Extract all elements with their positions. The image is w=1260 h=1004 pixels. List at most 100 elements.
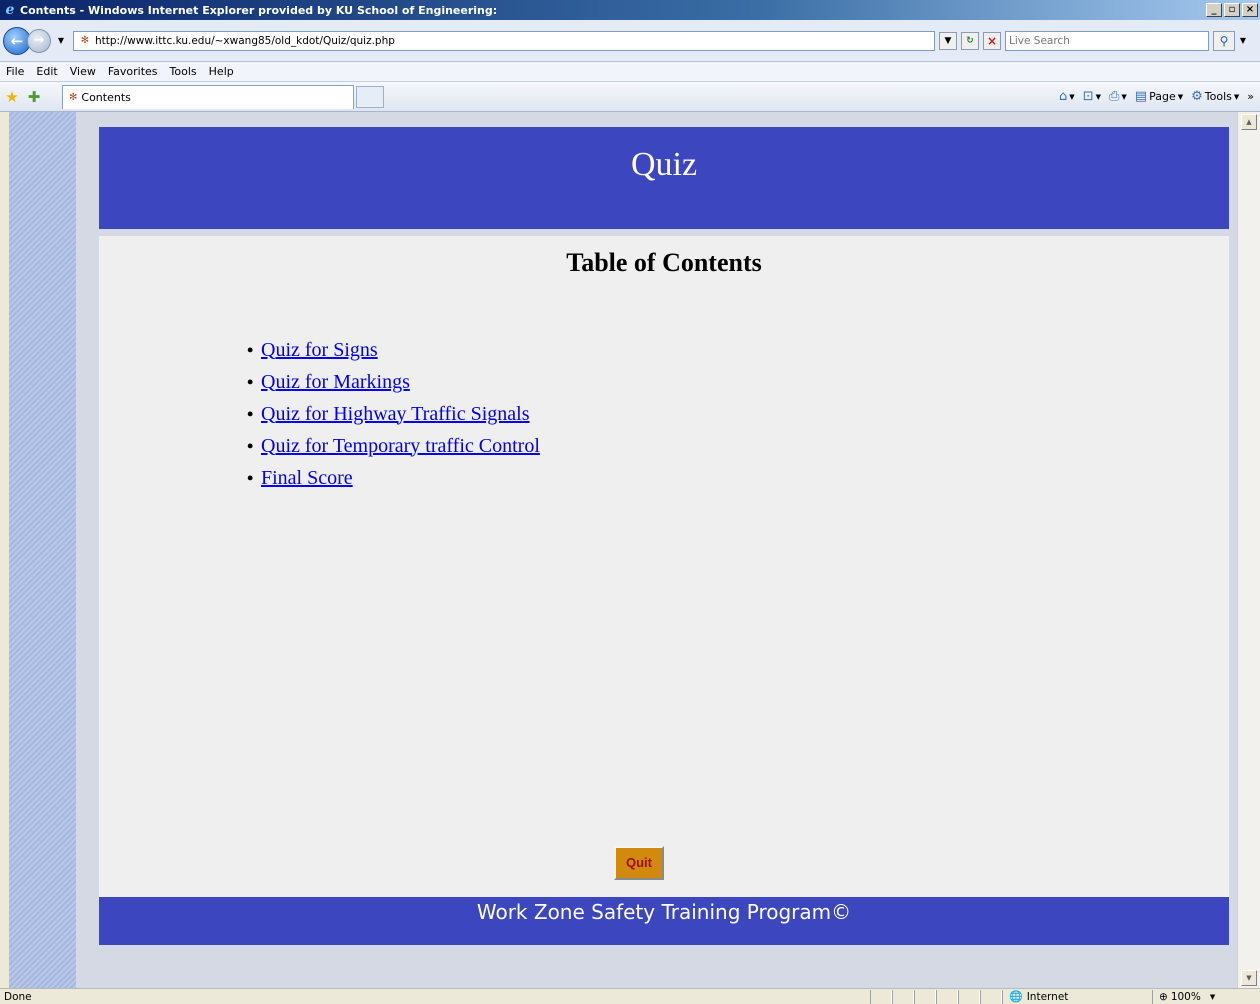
status-pane — [870, 989, 892, 1004]
chevron-down-icon: ▼ — [1177, 92, 1184, 101]
address-toolbar: ← → ▼ ✻ ▼ ↻ × ⚲ ▼ — [0, 20, 1260, 62]
menu-favorites[interactable]: Favorites — [102, 65, 164, 78]
bullet: • — [247, 371, 254, 392]
page-viewport: Quiz Table of Contents • Quiz for Signs … — [9, 112, 1237, 988]
home-button[interactable]: ⌂ ▼ — [1059, 89, 1075, 104]
command-bar: ⌂ ▼ ⊡ ▼ ⎙ ▼ ▤ Page ▼ ⚙ Tools ▼ » — [1059, 89, 1254, 104]
maximize-button[interactable]: ▫ — [1224, 3, 1240, 17]
refresh-icon: ↻ — [966, 35, 974, 46]
chevron-down-icon: ▼ — [1069, 92, 1075, 101]
menu-view[interactable]: View — [64, 65, 102, 78]
arrow-left-icon: ← — [10, 31, 24, 50]
status-pane — [936, 989, 958, 1004]
favorites-center-icon[interactable]: ★ — [2, 88, 22, 106]
stop-button[interactable]: × — [983, 31, 1001, 50]
chevron-double-right-icon: » — [1247, 90, 1254, 103]
address-input[interactable] — [93, 34, 934, 47]
bullet: • — [247, 403, 254, 424]
stop-icon: × — [986, 33, 998, 48]
site-favicon-icon: ✻ — [80, 35, 90, 46]
tools-menu-button[interactable]: ⚙ Tools ▼ — [1191, 89, 1239, 104]
refresh-button[interactable]: ↻ — [961, 31, 979, 50]
address-bar[interactable]: ✻ — [73, 30, 935, 51]
tab-contents[interactable]: ✻ Contents — [62, 84, 354, 109]
scroll-up-button[interactable]: ▲ — [1241, 114, 1257, 130]
zone-label: Internet — [1026, 990, 1069, 1003]
menu-help[interactable]: Help — [203, 65, 240, 78]
close-button[interactable]: × — [1242, 3, 1258, 17]
link-quiz-traffic-signals[interactable]: Quiz for Highway Traffic Signals — [261, 403, 530, 426]
tools-menu-label: Tools — [1204, 90, 1232, 103]
status-pane — [958, 989, 980, 1004]
search-button[interactable]: ⚲ — [1213, 30, 1235, 51]
bullet: • — [247, 467, 254, 488]
status-pane — [914, 989, 936, 1004]
search-options-dropdown[interactable]: ▼ — [1237, 36, 1249, 45]
toc-list: • Quiz for Signs • Quiz for Markings • Q… — [247, 334, 540, 494]
search-icon: ⚲ — [1219, 33, 1229, 48]
link-quiz-signs[interactable]: Quiz for Signs — [261, 339, 378, 362]
tab-label: Contents — [81, 90, 131, 104]
feeds-button[interactable]: ⊡ ▼ — [1083, 89, 1101, 104]
toolbar-overflow-button[interactable]: » — [1247, 90, 1254, 103]
status-bar: Done 🌐 Internet ⊕ 100% ▼ — [0, 988, 1260, 1004]
quit-button[interactable]: Quit — [614, 846, 664, 880]
toc-item: • Quiz for Signs — [247, 334, 540, 366]
vertical-scrollbar[interactable]: ▲ ▼ — [1237, 112, 1260, 988]
rss-icon: ⊡ — [1082, 89, 1094, 104]
page-menu-label: Page — [1149, 90, 1176, 103]
page-header: Quiz — [99, 127, 1229, 229]
security-zone[interactable]: 🌐 Internet — [1002, 989, 1152, 1004]
menu-edit[interactable]: Edit — [30, 65, 63, 78]
chevron-down-icon: ▼ — [1095, 92, 1101, 101]
status-pane — [980, 989, 1002, 1004]
toc-item: • Quiz for Highway Traffic Signals — [247, 398, 540, 430]
window-controls: _ ▫ × — [1206, 3, 1258, 17]
history-dropdown[interactable]: ▼ — [55, 36, 67, 45]
bullet: • — [247, 339, 254, 360]
page-title: Quiz — [630, 146, 698, 183]
toc-heading: Table of Contents — [566, 248, 762, 277]
page-content: Table of Contents • Quiz for Signs • Qui… — [99, 236, 1229, 918]
toc-item: • Quiz for Temporary traffic Control — [247, 430, 540, 462]
home-icon: ⌂ — [1059, 89, 1068, 104]
zoom-control[interactable]: ⊕ 100% ▼ — [1152, 989, 1242, 1004]
search-box[interactable] — [1005, 30, 1209, 51]
chevron-down-icon: ▼ — [1121, 92, 1127, 101]
scroll-down-button[interactable]: ▼ — [1241, 970, 1257, 986]
zoom-level: 100% — [1170, 990, 1201, 1003]
zoom-icon: ⊕ — [1159, 990, 1168, 1003]
menu-file[interactable]: File — [0, 65, 30, 78]
minimize-button[interactable]: _ — [1206, 3, 1222, 17]
print-button[interactable]: ⎙ ▼ — [1109, 89, 1127, 104]
bullet: • — [247, 435, 254, 456]
tab-favicon-icon: ✻ — [69, 91, 78, 103]
page-menu-button[interactable]: ▤ Page ▼ — [1135, 89, 1183, 104]
globe-icon: 🌐 — [1009, 990, 1023, 1003]
address-dropdown-button[interactable]: ▼ — [939, 31, 957, 50]
menu-bar: File Edit View Favorites Tools Help — [0, 62, 1260, 82]
link-quiz-markings[interactable]: Quiz for Markings — [261, 371, 410, 394]
menu-tools[interactable]: Tools — [164, 65, 203, 78]
chevron-down-icon: ▼ — [1233, 92, 1240, 101]
page-icon: ▤ — [1134, 89, 1148, 104]
window-title-bar[interactable]: e Contents - Windows Internet Explorer p… — [0, 0, 1260, 20]
left-decorative-stripe — [9, 112, 76, 988]
tab-bar: ★ ✚ ✻ Contents ⌂ ▼ ⊡ ▼ ⎙ ▼ ▤ Page ▼ ⚙ Tools… — [0, 82, 1260, 112]
chevron-down-icon: ▼ — [944, 35, 952, 46]
ie-logo-icon: e — [5, 2, 15, 18]
link-final-score[interactable]: Final Score — [261, 467, 353, 490]
arrow-right-icon: → — [33, 32, 45, 48]
gear-icon: ⚙ — [1191, 89, 1203, 104]
new-tab-button[interactable] — [356, 85, 384, 108]
status-pane — [892, 989, 914, 1004]
toc-item: • Quiz for Markings — [247, 366, 540, 398]
status-panes — [870, 989, 1002, 1004]
search-input[interactable] — [1006, 31, 1208, 50]
link-quiz-temporary-traffic-control[interactable]: Quiz for Temporary traffic Control — [261, 435, 540, 458]
forward-button[interactable]: → — [27, 28, 51, 53]
printer-icon: ⎙ — [1108, 89, 1120, 104]
page-footer: Work Zone Safety Training Program© — [99, 897, 1229, 945]
add-favorite-icon[interactable]: ✚ — [24, 88, 44, 106]
status-text: Done — [4, 990, 32, 1003]
